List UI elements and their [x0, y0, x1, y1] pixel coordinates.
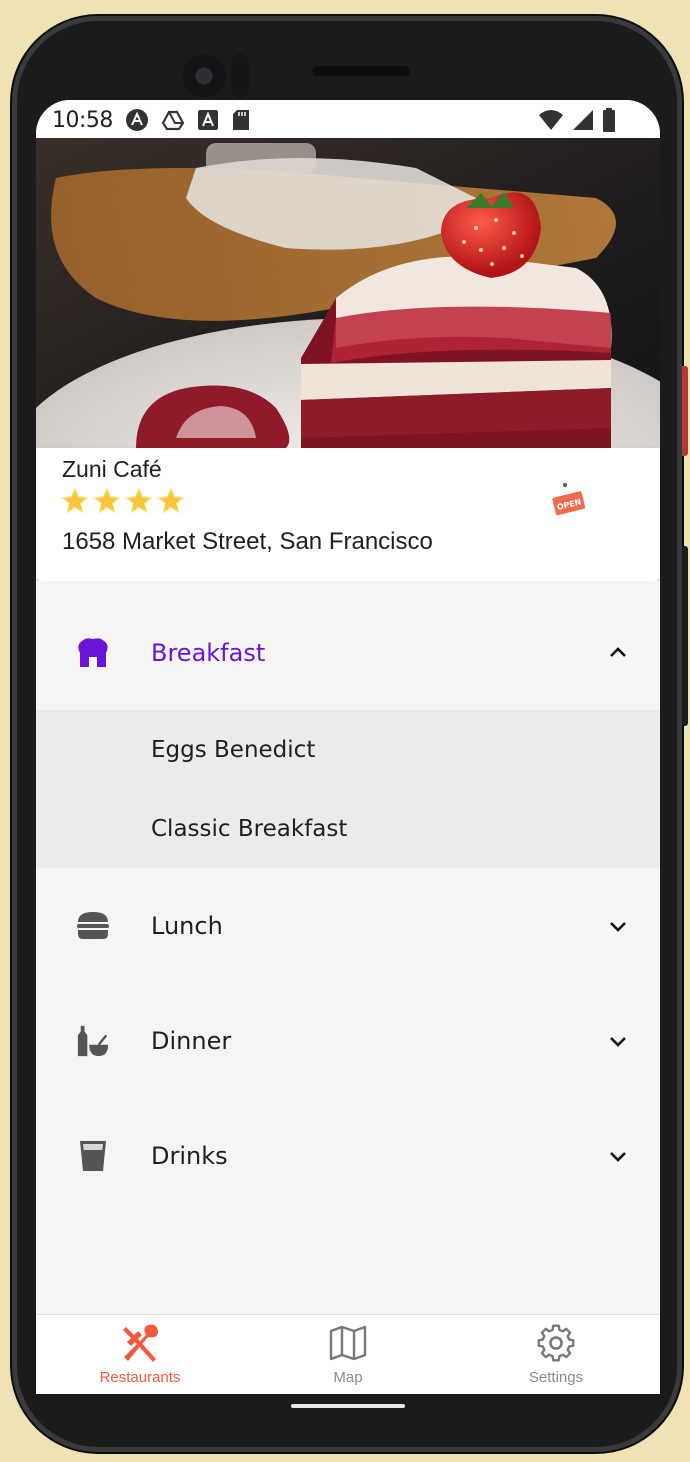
home-gesture-bar[interactable] [291, 1404, 405, 1408]
restaurant-name: Zuni Café [62, 456, 162, 482]
map-icon [329, 1323, 367, 1363]
fork-knife-icon [120, 1323, 160, 1363]
wifi-icon [539, 110, 563, 130]
tab-settings[interactable]: Settings [452, 1315, 660, 1394]
front-camera [182, 54, 226, 98]
chevron-down-icon[interactable] [606, 1144, 630, 1168]
star-icon [60, 486, 90, 514]
menu-item[interactable]: Eggs Benedict [36, 710, 660, 789]
status-bar: 10:58 [36, 100, 660, 140]
chef-hat-icon [76, 636, 110, 670]
category-label: Dinner [151, 1026, 232, 1055]
proximity-sensor [231, 54, 249, 98]
tab-map[interactable]: Map [244, 1315, 452, 1394]
category-label: Drinks [151, 1141, 228, 1170]
star-icon [124, 486, 154, 514]
burger-icon [76, 909, 110, 943]
volume-button [682, 366, 688, 456]
bottom-navigation: Restaurants Map Settings [36, 1314, 660, 1394]
drive-icon [161, 110, 185, 131]
breakfast-items: Eggs Benedict Classic Breakfast [36, 710, 660, 868]
restaurant-address: 1658 Market Street, San Francisco [62, 528, 433, 555]
star-icon [92, 486, 122, 514]
restaurant-info-card: Zuni Café 1658 Market Street, San Franci… [36, 448, 660, 581]
tab-label: Map [333, 1369, 363, 1386]
category-breakfast[interactable]: Breakfast [36, 581, 660, 710]
chevron-down-icon[interactable] [606, 914, 630, 938]
category-lunch[interactable]: Lunch [36, 868, 660, 983]
font-a-icon [197, 110, 218, 130]
a-circle-icon [125, 109, 148, 131]
category-label: Lunch [151, 911, 223, 940]
chevron-up-icon[interactable] [606, 641, 630, 665]
status-time: 10:58 [52, 107, 113, 133]
category-dinner[interactable]: Dinner [36, 983, 660, 1098]
category-drinks[interactable]: Drinks [36, 1098, 660, 1213]
signal-icon [573, 110, 593, 130]
power-button [682, 546, 688, 726]
star-icon [156, 486, 186, 514]
menu-list: Breakfast Eggs Benedict Classic Breakfas… [36, 581, 660, 1213]
earpiece-speaker [312, 66, 410, 76]
chevron-down-icon[interactable] [606, 1029, 630, 1053]
gear-icon [537, 1323, 575, 1363]
rating-stars [60, 486, 186, 516]
tab-label: Settings [528, 1369, 584, 1386]
tab-restaurants[interactable]: Restaurants [36, 1315, 244, 1394]
sd-card-icon [232, 110, 249, 130]
glass-icon [76, 1139, 110, 1173]
tab-label: Restaurants [99, 1369, 181, 1386]
app-screen: 10:58 Zuni Café 1658 Market Street, San … [36, 100, 660, 1394]
menu-item[interactable]: Classic Breakfast [36, 789, 660, 868]
bottle-bowl-icon [76, 1024, 110, 1058]
restaurant-hero-image [36, 138, 660, 448]
category-label: Breakfast [151, 638, 266, 667]
open-sign-icon: OPEN [552, 483, 586, 516]
battery-icon [603, 108, 615, 132]
